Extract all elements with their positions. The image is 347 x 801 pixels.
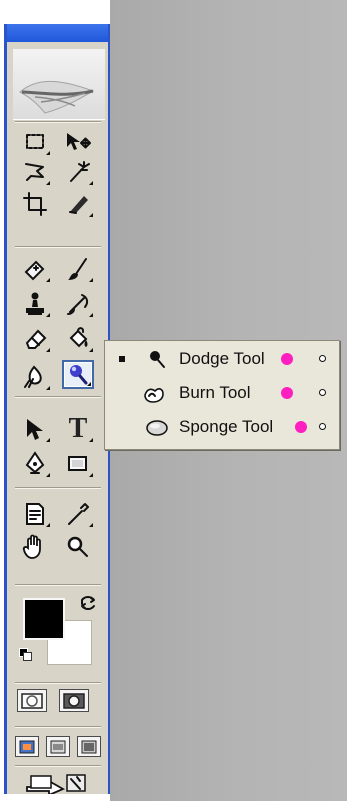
- sponge-menu-icon: [143, 415, 168, 439]
- dodge-tool-flyout-menu: Dodge Tool Burn Tool Sponge Tool: [104, 340, 340, 450]
- jump-to-imageready-icon[interactable]: [25, 772, 91, 794]
- menu-item-sponge-tool[interactable]: Sponge Tool: [105, 412, 339, 443]
- selected-item-marker: [119, 356, 125, 362]
- hand-tool-icon[interactable]: [19, 532, 51, 561]
- pen-tool-icon[interactable]: [19, 449, 51, 478]
- shortcut-marker-dot: [319, 355, 326, 362]
- default-colors-icon[interactable]: [19, 648, 33, 662]
- pink-marker-dot: [295, 421, 307, 433]
- path-selection-tool-icon[interactable]: [19, 414, 51, 443]
- burn-menu-icon: [141, 381, 165, 405]
- menu-item-burn-tool[interactable]: Burn Tool: [105, 378, 339, 409]
- menu-item-label: Dodge Tool: [179, 349, 265, 368]
- screen-mode-full-menu-button[interactable]: [46, 736, 70, 757]
- slice-tool-icon[interactable]: [62, 189, 94, 218]
- toolbox-title-bar[interactable]: [7, 24, 108, 42]
- pink-marker-dot: [281, 353, 293, 365]
- quick-mask-mode-button[interactable]: [59, 689, 89, 712]
- clone-stamp-tool-icon[interactable]: [19, 289, 51, 318]
- photoshop-screen: T Dodge Tool Burn Tool Sponge Tool: [0, 0, 347, 801]
- blur-tool-icon[interactable]: [19, 362, 51, 391]
- menu-item-label: Burn Tool: [179, 383, 251, 402]
- type-tool-icon[interactable]: T: [62, 413, 94, 444]
- brush-tool-icon[interactable]: [62, 254, 94, 283]
- pink-marker-dot: [281, 387, 293, 399]
- zoom-tool-icon[interactable]: [62, 532, 94, 561]
- paint-bucket-tool-icon[interactable]: [62, 324, 94, 353]
- eraser-tool-icon[interactable]: [19, 324, 51, 353]
- dodge-tool-icon[interactable]: [62, 360, 94, 389]
- shortcut-marker-dot: [319, 423, 326, 430]
- menu-item-dodge-tool[interactable]: Dodge Tool: [105, 344, 339, 375]
- menu-item-label: Sponge Tool: [179, 417, 274, 436]
- magic-wand-tool-icon[interactable]: [62, 157, 94, 186]
- notes-tool-icon[interactable]: [19, 499, 51, 528]
- history-brush-tool-icon[interactable]: [62, 289, 94, 318]
- swap-colors-icon[interactable]: [79, 594, 97, 612]
- marquee-tool-icon[interactable]: [19, 127, 51, 156]
- lasso-tool-icon[interactable]: [19, 157, 51, 186]
- screen-mode-full-button[interactable]: [77, 736, 101, 757]
- dodge-menu-icon: [144, 347, 168, 371]
- healing-brush-tool-icon[interactable]: [19, 254, 51, 283]
- crop-tool-icon[interactable]: [19, 189, 51, 218]
- shortcut-marker-dot: [319, 389, 326, 396]
- eyedropper-tool-icon[interactable]: [62, 499, 94, 528]
- standard-mode-button[interactable]: [17, 689, 47, 712]
- shape-tool-icon[interactable]: [62, 449, 94, 478]
- foreground-color-swatch[interactable]: [23, 598, 65, 640]
- toolbox-panel: T: [4, 24, 110, 794]
- move-tool-icon[interactable]: [62, 127, 94, 156]
- screen-mode-standard-button[interactable]: [15, 736, 39, 757]
- feather-logo-icon[interactable]: [13, 49, 105, 120]
